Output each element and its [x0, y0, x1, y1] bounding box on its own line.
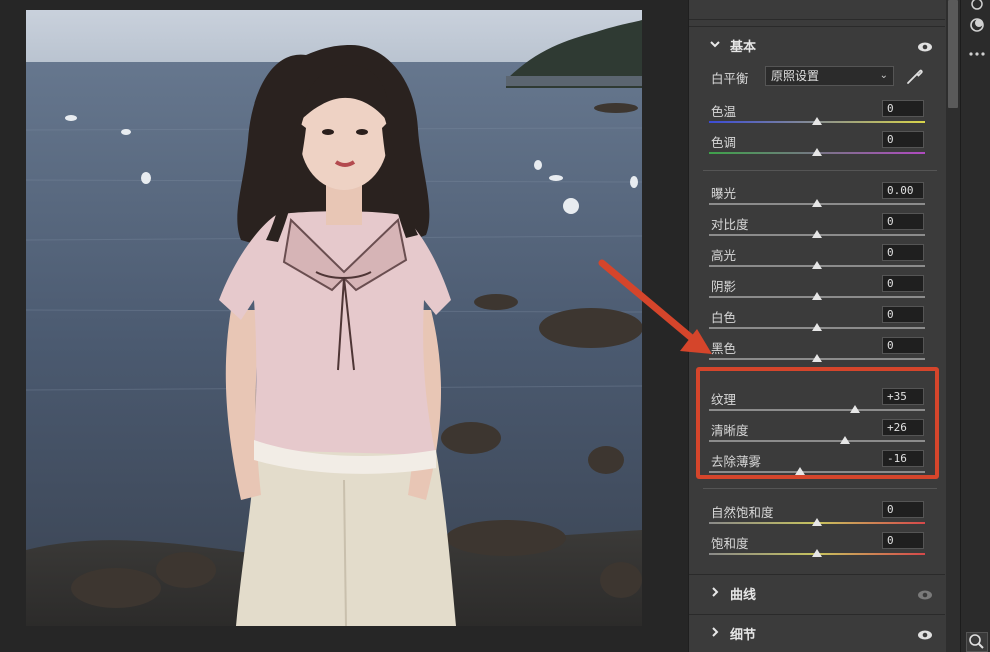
annotation-highlight-box [696, 367, 939, 479]
eye-icon[interactable] [917, 38, 933, 52]
slider-value-input-shadows[interactable]: 0 [882, 275, 924, 292]
slider-label-exposure: 曝光 [711, 186, 737, 201]
divider [703, 170, 937, 171]
slider-value-input-exposure[interactable]: 0.00 [882, 182, 924, 199]
slider-thumb-vibrance[interactable] [812, 518, 822, 526]
section-title-detail: 细节 [730, 628, 757, 643]
slider-value-input-contrast[interactable]: 0 [882, 213, 924, 230]
slider-label-tint: 色调 [711, 135, 737, 150]
more-icon[interactable] [968, 45, 986, 63]
chevron-down-icon: ⌄ [879, 70, 888, 81]
slider-value-input-vibrance[interactable]: 0 [882, 501, 924, 518]
chevron-right-icon [709, 626, 721, 638]
slider-value-input-whites[interactable]: 0 [882, 306, 924, 323]
section-header-detail[interactable]: 细节 [689, 614, 945, 650]
white-balance-value: 原照设置 [771, 69, 820, 83]
slider-label-highlights: 高光 [711, 248, 737, 263]
slider-label-temp: 色温 [711, 104, 737, 119]
divider [703, 488, 937, 489]
eye-icon[interactable] [917, 586, 933, 600]
slider-label-whites: 白色 [711, 310, 737, 325]
slider-thumb-whites[interactable] [812, 323, 822, 331]
slider-label-contrast: 对比度 [711, 217, 749, 232]
slider-thumb-tint[interactable] [812, 148, 822, 156]
section-header-curves[interactable]: 曲线 [689, 574, 945, 610]
eye-icon[interactable] [917, 626, 933, 640]
slider-value-input-temp[interactable]: 0 [882, 100, 924, 117]
panel-top-strip [689, 0, 945, 20]
chevron-right-icon [709, 586, 721, 598]
section-title-curves: 曲线 [730, 588, 757, 603]
slider-thumb-temp[interactable] [812, 117, 822, 125]
chevron-down-icon [709, 38, 721, 50]
slider-value-input-blacks[interactable]: 0 [882, 337, 924, 354]
photo-preview[interactable] [26, 10, 642, 626]
slider-value-input-saturation[interactable]: 0 [882, 532, 924, 549]
slider-label-vibrance: 自然饱和度 [711, 505, 774, 520]
slider-value-input-tint[interactable]: 0 [882, 131, 924, 148]
slider-label-saturation: 饱和度 [711, 536, 749, 551]
section-header-basic[interactable]: 基本 [689, 26, 945, 62]
slider-label-shadows: 阴影 [711, 279, 737, 294]
slider-value-input-highlights[interactable]: 0 [882, 244, 924, 261]
slider-thumb-shadows[interactable] [812, 292, 822, 300]
section-title-basic: 基本 [730, 40, 757, 55]
panel-scrollbar[interactable] [946, 0, 960, 652]
eyedropper-icon[interactable] [905, 66, 925, 86]
zoom-icon[interactable] [966, 632, 988, 652]
white-balance-select[interactable]: 原照设置 ⌄ [765, 66, 894, 86]
white-balance-label: 白平衡 [711, 71, 749, 86]
scrollbar-thumb[interactable] [948, 0, 958, 108]
masking-icon[interactable] [968, 16, 986, 34]
slider-thumb-contrast[interactable] [812, 230, 822, 238]
slider-thumb-highlights[interactable] [812, 261, 822, 269]
slider-thumb-exposure[interactable] [812, 199, 822, 207]
right-toolbar [960, 0, 990, 652]
adjustments-panel: 基本 白平衡 原照设置 ⌄ 色温 0 色调 0 曝光 0.00 对比度 0 高光 0 阴影 0 白色 0 黑… [688, 0, 960, 652]
photo-canvas[interactable] [0, 0, 688, 652]
slider-thumb-saturation[interactable] [812, 549, 822, 557]
slider-label-blacks: 黑色 [711, 341, 737, 356]
slider-thumb-blacks[interactable] [812, 354, 822, 362]
